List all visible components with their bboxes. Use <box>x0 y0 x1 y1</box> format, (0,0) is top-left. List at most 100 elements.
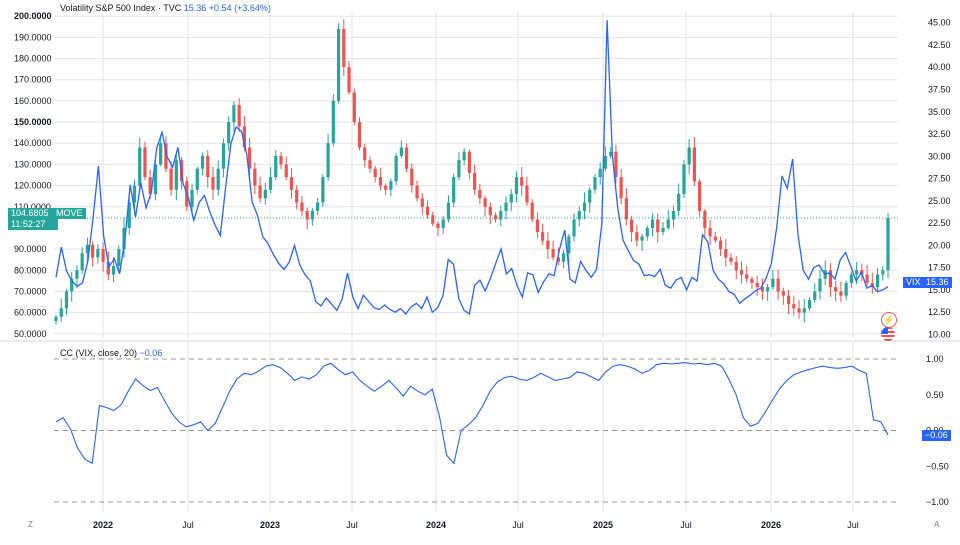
move-candle-body <box>813 291 817 300</box>
right-tick-label: 45.00 <box>928 18 951 28</box>
last-price: 15.36 <box>183 3 207 13</box>
move-candle-body <box>415 185 419 199</box>
move-candle-body <box>399 147 403 156</box>
chart-canvas[interactable]: 2022 Jul 2023 Jul 2024 Jul 2025 Jul 2026 Jul 200.0… <box>0 0 960 540</box>
move-candle-body <box>546 240 550 250</box>
move-candle-body <box>718 240 723 250</box>
move-candle-body <box>211 177 215 190</box>
us-flag-icon[interactable] <box>881 327 895 341</box>
x-tick-label: Jul <box>680 520 692 530</box>
move-candle-body <box>603 155 608 169</box>
move-candle-body <box>640 236 644 241</box>
move-candle-body <box>352 92 356 123</box>
lightning-icon[interactable]: ⚡ <box>881 312 897 328</box>
move-candle-body <box>687 147 691 165</box>
move-candle-body <box>504 202 508 211</box>
move-candle-body <box>561 253 566 262</box>
move-candle-body <box>666 219 670 228</box>
main-legend: Volatility S&P 500 Index · TVC 15.36 +0.… <box>60 3 271 13</box>
move-candle-body <box>316 202 320 211</box>
vix-symbol-tag: VIX <box>903 277 924 288</box>
vix-symbol-label: VIX <box>906 277 921 287</box>
move-candle-body <box>635 232 639 241</box>
move-candle-body <box>771 278 775 288</box>
move-candle-body <box>436 223 440 228</box>
move-candle-body <box>64 291 69 309</box>
move-candle-body <box>629 219 634 233</box>
indicator-legend: CC (VIX, close, 20) −0.06 <box>60 348 162 358</box>
move-candle-body <box>216 168 220 190</box>
move-candle-body <box>389 181 393 190</box>
cc-value-tag: −0.06 <box>922 430 951 441</box>
move-candle-body <box>525 185 529 203</box>
move-candle-body <box>467 151 471 173</box>
left-tick-label: 150.0000 <box>14 117 52 127</box>
left-tick-label: 50.0000 <box>14 329 47 339</box>
move-candle-body <box>473 172 477 190</box>
move-candle-body <box>713 236 717 241</box>
move-candle-body <box>200 155 205 169</box>
move-candle-body <box>682 164 686 195</box>
right-tick-label: 12.50 <box>928 307 951 317</box>
move-candle-body <box>807 299 812 309</box>
move-candle-body <box>431 215 435 224</box>
timezone-button[interactable]: Z <box>28 520 33 529</box>
move-candle-body <box>59 308 63 317</box>
move-candle-body <box>221 143 226 169</box>
move-candle-body <box>363 147 367 161</box>
cc-series-line <box>55 362 889 465</box>
grid-layer <box>0 12 960 512</box>
move-candle-body <box>336 28 341 101</box>
x-tick-label: Jul <box>512 520 524 530</box>
move-candle-body <box>268 177 273 190</box>
left-tick-label: 130.0000 <box>14 159 52 169</box>
cc-tick-label: −1.00 <box>926 497 949 507</box>
indicator-label: CC (VIX, close, 20) <box>60 348 138 358</box>
move-candle-body <box>91 244 95 258</box>
move-candle-body <box>54 316 58 322</box>
left-tick-label: 120.0000 <box>14 181 52 191</box>
move-candle-body <box>321 177 325 203</box>
move-candle-body <box>394 155 398 182</box>
move-candle-body <box>724 249 728 258</box>
move-candle-body <box>535 219 540 233</box>
move-candle-body <box>818 278 822 292</box>
move-candle-body <box>258 185 262 199</box>
move-candle-body <box>425 206 430 216</box>
move-candle-body <box>342 28 346 68</box>
move-candle-body <box>457 160 461 178</box>
move-candle-body <box>624 198 628 220</box>
move-candle-body <box>284 164 288 178</box>
move-candle-body <box>488 206 492 216</box>
move-candle-body <box>530 202 534 220</box>
move-candle-body <box>692 147 696 182</box>
move-candle-body <box>520 177 524 186</box>
move-candle-body <box>289 177 294 190</box>
auto-scale-button[interactable]: A <box>934 520 939 529</box>
right-tick-label: 25.00 <box>928 196 951 206</box>
move-candle-body <box>745 274 749 279</box>
move-candle-body <box>509 194 513 203</box>
move-candle-body <box>101 249 105 262</box>
left-tick-label: 180.0000 <box>14 54 52 64</box>
cc-tick-label: 0.50 <box>926 390 944 400</box>
left-tick-label: 70.0000 <box>14 286 47 296</box>
move-candle-body <box>410 168 414 186</box>
move-symbol-tag: MOVE <box>53 208 86 219</box>
move-candle-body <box>886 217 890 271</box>
move-candle-body <box>483 198 487 207</box>
left-tick-label: 160.0000 <box>14 96 52 106</box>
move-candle-body <box>755 282 759 288</box>
cc-value-label: −0.06 <box>925 430 948 440</box>
move-candle-body <box>839 291 843 296</box>
move-candle-body <box>206 155 210 178</box>
move-candle-body <box>781 291 785 296</box>
right-tick-label: 17.50 <box>928 263 951 273</box>
move-candle-body <box>357 122 362 148</box>
move-candle-body <box>111 266 116 275</box>
move-candle-body <box>462 151 466 161</box>
move-candle-body <box>295 189 299 203</box>
move-candle-body <box>368 160 372 169</box>
move-candle-body <box>650 219 655 228</box>
move-candle-body <box>656 219 660 233</box>
